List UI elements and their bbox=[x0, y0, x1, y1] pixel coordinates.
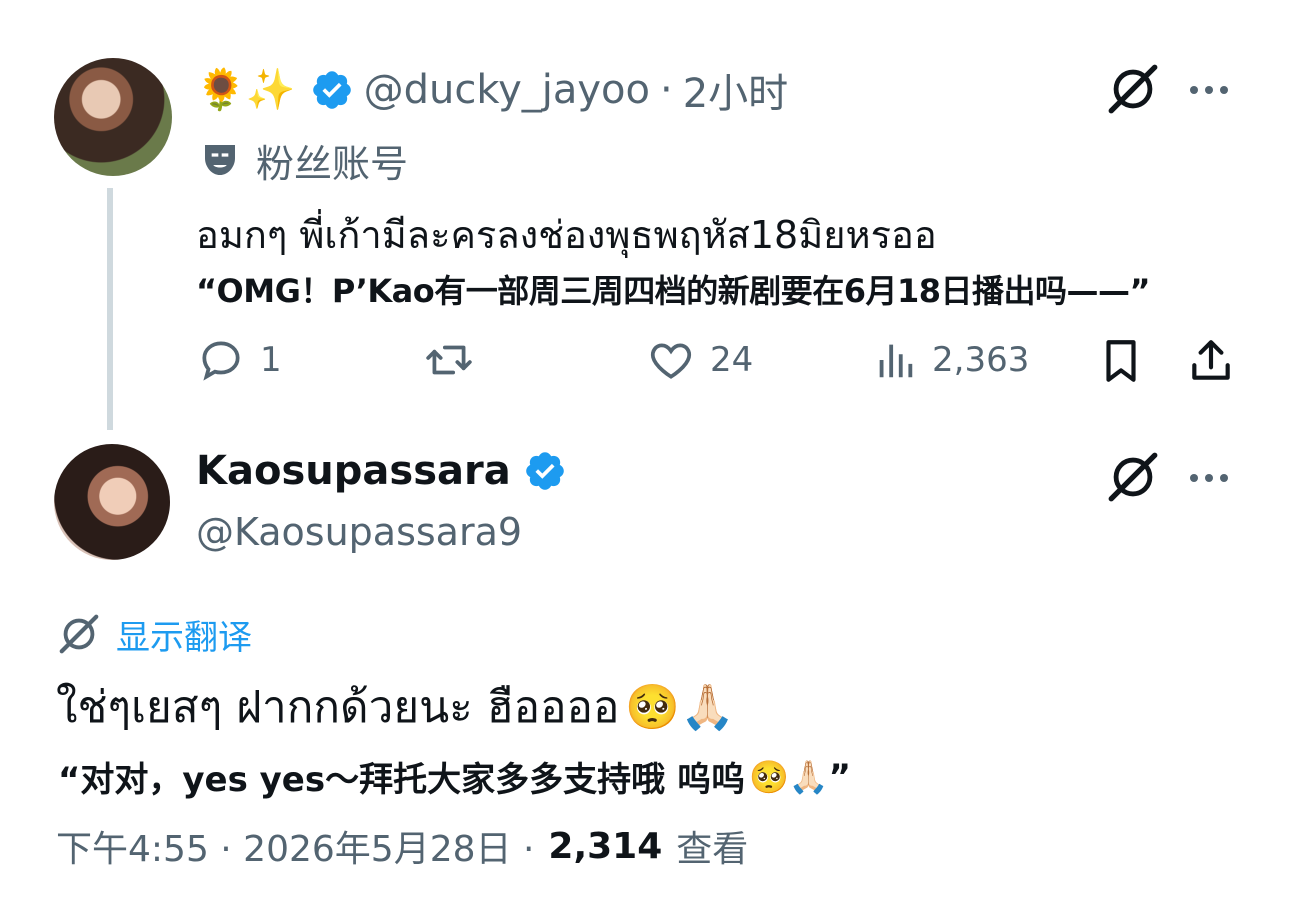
analytics-icon bbox=[879, 344, 913, 378]
tweet2-translation-close: ” bbox=[828, 756, 851, 797]
reply-button[interactable]: 1 bbox=[196, 330, 282, 390]
fan-account-label: 粉丝账号 bbox=[200, 136, 408, 186]
bookmark-icon[interactable] bbox=[1096, 334, 1146, 388]
views-button[interactable]: 2,363 bbox=[872, 330, 1029, 390]
grok-translate-icon bbox=[59, 614, 99, 654]
share-icon[interactable] bbox=[1186, 334, 1236, 388]
reply-icon bbox=[202, 341, 240, 381]
view-count: 2,363 bbox=[932, 340, 1030, 380]
grok-icon[interactable] bbox=[1104, 448, 1162, 506]
retweet-icon bbox=[426, 345, 472, 375]
tweet1-time[interactable]: 2小时 bbox=[683, 61, 788, 119]
verified-badge-icon bbox=[312, 71, 351, 109]
thread-line bbox=[107, 188, 113, 430]
tweet2-translation-text: “对对，yes yes～拜托大家多多支持哦 呜呜 bbox=[58, 760, 745, 800]
tweet1-translation: “OMG！P’Kao有一部周三周四档的新剧要在6月18日播出吗——” bbox=[196, 272, 1151, 310]
tweet2-timestamp[interactable]: 下午4:55 · 2026年5月28日 · bbox=[56, 820, 534, 872]
tweet2-handle[interactable]: @Kaosupassara9 bbox=[196, 510, 522, 554]
mask-icon bbox=[205, 145, 235, 175]
retweet-button[interactable] bbox=[422, 330, 490, 390]
display-name-emojis[interactable]: 🌻✨ bbox=[196, 70, 296, 110]
heart-icon bbox=[650, 343, 692, 379]
tweet2-text: ใช่ๆเยสๆ ฝากกด้วยนะ ฮืออออ 🥺🙏🏻 bbox=[56, 672, 735, 742]
tweet2-text-thai: ใช่ๆเยสๆ ฝากกด้วยนะ ฮืออออ bbox=[56, 682, 620, 733]
tweet2-meta: 下午4:55 · 2026年5月28日 · 2,314 查看 bbox=[56, 820, 748, 872]
verified-badge-icon bbox=[525, 452, 564, 490]
avatar-kaosupassara[interactable] bbox=[54, 444, 170, 560]
tweet2-display-name[interactable]: Kaosupassara bbox=[196, 448, 511, 494]
tweet2-name-row: Kaosupassara bbox=[196, 448, 577, 494]
show-translation-label: 显示翻译 bbox=[116, 617, 252, 658]
tweet1-handle[interactable]: @ducky_jayoo bbox=[364, 67, 650, 113]
tweet1-actions: 1 24 2,363 bbox=[196, 330, 1236, 390]
avatar-ducky-jayoo[interactable] bbox=[54, 58, 172, 176]
tweet2-view-count: 2,314 bbox=[548, 825, 663, 867]
like-button[interactable]: 24 bbox=[646, 330, 753, 390]
tweet2-translation: “对对，yes yes～拜托大家多多支持哦 呜呜 🥺🙏🏻 ” bbox=[58, 752, 851, 801]
tweet1-time-sep: · bbox=[660, 67, 673, 113]
tweet2-text-emojis: 🥺🙏🏻 bbox=[625, 682, 735, 733]
tweet1-header: 🌻✨ @ducky_jayoo · 2小时 bbox=[196, 62, 788, 118]
more-options-icon[interactable] bbox=[1190, 86, 1228, 94]
tweet2-translation-emojis: 🥺🙏🏻 bbox=[748, 757, 829, 796]
show-translation-button[interactable]: 显示翻译 bbox=[56, 610, 252, 658]
more-options-icon[interactable] bbox=[1190, 474, 1228, 482]
tweet1-text: อมกๆ พี่เก้ามีละครลงช่องพุธพฤหัส18มิยหรอ… bbox=[196, 213, 937, 257]
tweet2-view-label: 查看 bbox=[676, 829, 749, 870]
like-count: 24 bbox=[710, 340, 754, 380]
reply-count: 1 bbox=[260, 340, 282, 380]
grok-icon[interactable] bbox=[1104, 60, 1162, 118]
fan-account-text: 粉丝账号 bbox=[256, 141, 409, 186]
